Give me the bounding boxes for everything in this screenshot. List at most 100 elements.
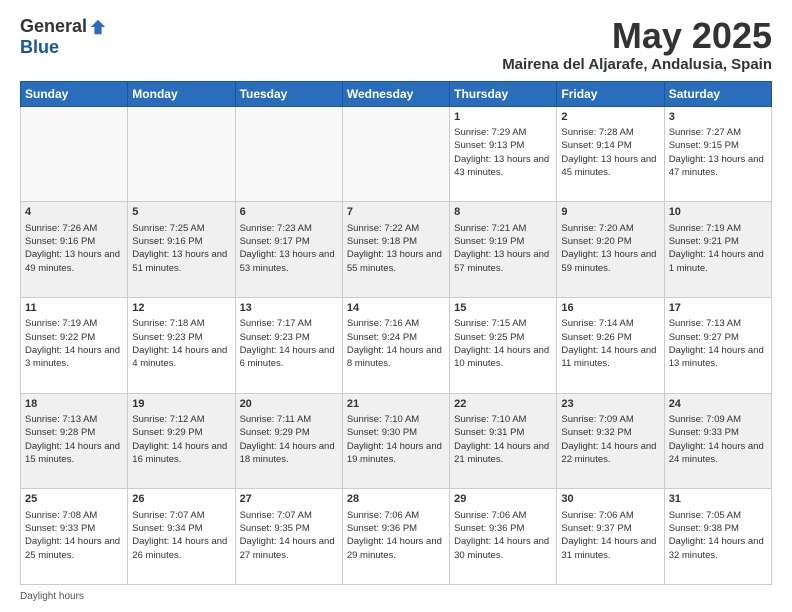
calendar-cell: 24Sunrise: 7:09 AMSunset: 9:33 PMDayligh… [664, 393, 771, 489]
logo-blue-text: Blue [20, 37, 59, 58]
daylight-text: Daylight: 13 hours and 59 minutes. [561, 248, 659, 275]
sunrise-text: Sunrise: 7:22 AM [347, 222, 445, 235]
sunrise-text: Sunrise: 7:06 AM [347, 509, 445, 522]
sunset-text: Sunset: 9:26 PM [561, 331, 659, 344]
sunset-text: Sunset: 9:36 PM [347, 522, 445, 535]
day-number: 3 [669, 110, 767, 125]
sunrise-text: Sunrise: 7:06 AM [454, 509, 552, 522]
sunset-text: Sunset: 9:22 PM [25, 331, 123, 344]
calendar-day-header: Monday [128, 81, 235, 106]
sunrise-text: Sunrise: 7:13 AM [669, 317, 767, 330]
sunrise-text: Sunrise: 7:16 AM [347, 317, 445, 330]
sunrise-text: Sunrise: 7:29 AM [454, 126, 552, 139]
sunrise-text: Sunrise: 7:11 AM [240, 413, 338, 426]
sunset-text: Sunset: 9:31 PM [454, 426, 552, 439]
day-number: 13 [240, 301, 338, 316]
day-number: 30 [561, 492, 659, 507]
calendar-table: SundayMondayTuesdayWednesdayThursdayFrid… [20, 81, 772, 585]
calendar-cell: 15Sunrise: 7:15 AMSunset: 9:25 PMDayligh… [450, 297, 557, 393]
day-number: 11 [25, 301, 123, 316]
sunrise-text: Sunrise: 7:28 AM [561, 126, 659, 139]
calendar-cell: 7Sunrise: 7:22 AMSunset: 9:18 PMDaylight… [342, 202, 449, 298]
day-number: 23 [561, 397, 659, 412]
daylight-text: Daylight: 14 hours and 30 minutes. [454, 535, 552, 562]
sunset-text: Sunset: 9:14 PM [561, 139, 659, 152]
day-number: 14 [347, 301, 445, 316]
sunrise-text: Sunrise: 7:10 AM [454, 413, 552, 426]
sunrise-text: Sunrise: 7:21 AM [454, 222, 552, 235]
calendar-cell [235, 106, 342, 202]
calendar-cell [21, 106, 128, 202]
calendar-cell: 17Sunrise: 7:13 AMSunset: 9:27 PMDayligh… [664, 297, 771, 393]
calendar-cell: 5Sunrise: 7:25 AMSunset: 9:16 PMDaylight… [128, 202, 235, 298]
calendar-cell: 29Sunrise: 7:06 AMSunset: 9:36 PMDayligh… [450, 489, 557, 585]
calendar-header-row: SundayMondayTuesdayWednesdayThursdayFrid… [21, 81, 772, 106]
sunrise-text: Sunrise: 7:09 AM [561, 413, 659, 426]
sunrise-text: Sunrise: 7:08 AM [25, 509, 123, 522]
calendar-cell: 27Sunrise: 7:07 AMSunset: 9:35 PMDayligh… [235, 489, 342, 585]
sunset-text: Sunset: 9:17 PM [240, 235, 338, 248]
sunrise-text: Sunrise: 7:23 AM [240, 222, 338, 235]
daylight-text: Daylight: 14 hours and 18 minutes. [240, 440, 338, 467]
sunrise-text: Sunrise: 7:05 AM [669, 509, 767, 522]
sunset-text: Sunset: 9:25 PM [454, 331, 552, 344]
daylight-text: Daylight: 14 hours and 26 minutes. [132, 535, 230, 562]
day-number: 20 [240, 397, 338, 412]
sunset-text: Sunset: 9:23 PM [240, 331, 338, 344]
sunset-text: Sunset: 9:29 PM [132, 426, 230, 439]
day-number: 19 [132, 397, 230, 412]
calendar-cell [342, 106, 449, 202]
calendar-cell: 3Sunrise: 7:27 AMSunset: 9:15 PMDaylight… [664, 106, 771, 202]
calendar-cell: 12Sunrise: 7:18 AMSunset: 9:23 PMDayligh… [128, 297, 235, 393]
sunset-text: Sunset: 9:32 PM [561, 426, 659, 439]
calendar-cell: 1Sunrise: 7:29 AMSunset: 9:13 PMDaylight… [450, 106, 557, 202]
daylight-text: Daylight: 14 hours and 32 minutes. [669, 535, 767, 562]
sunset-text: Sunset: 9:30 PM [347, 426, 445, 439]
sunrise-text: Sunrise: 7:19 AM [25, 317, 123, 330]
day-number: 25 [25, 492, 123, 507]
day-number: 26 [132, 492, 230, 507]
sunrise-text: Sunrise: 7:10 AM [347, 413, 445, 426]
calendar-cell: 8Sunrise: 7:21 AMSunset: 9:19 PMDaylight… [450, 202, 557, 298]
calendar-cell: 18Sunrise: 7:13 AMSunset: 9:28 PMDayligh… [21, 393, 128, 489]
title-block: May 2025 Mairena del Aljarafe, Andalusia… [502, 16, 772, 73]
day-number: 16 [561, 301, 659, 316]
daylight-text: Daylight: 14 hours and 13 minutes. [669, 344, 767, 371]
sunset-text: Sunset: 9:16 PM [132, 235, 230, 248]
day-number: 12 [132, 301, 230, 316]
sunset-text: Sunset: 9:27 PM [669, 331, 767, 344]
calendar-day-header: Thursday [450, 81, 557, 106]
logo-icon [89, 18, 107, 36]
calendar-day-header: Saturday [664, 81, 771, 106]
sunset-text: Sunset: 9:15 PM [669, 139, 767, 152]
sunset-text: Sunset: 9:33 PM [669, 426, 767, 439]
daylight-text: Daylight: 14 hours and 10 minutes. [454, 344, 552, 371]
day-number: 29 [454, 492, 552, 507]
sunrise-text: Sunrise: 7:13 AM [25, 413, 123, 426]
sunrise-text: Sunrise: 7:17 AM [240, 317, 338, 330]
sunrise-text: Sunrise: 7:19 AM [669, 222, 767, 235]
sunset-text: Sunset: 9:18 PM [347, 235, 445, 248]
calendar-day-header: Tuesday [235, 81, 342, 106]
sunset-text: Sunset: 9:37 PM [561, 522, 659, 535]
sunset-text: Sunset: 9:34 PM [132, 522, 230, 535]
day-number: 9 [561, 205, 659, 220]
page: General Blue May 2025 Mairena del Aljara… [0, 0, 792, 612]
header: General Blue May 2025 Mairena del Aljara… [20, 16, 772, 73]
calendar-cell: 25Sunrise: 7:08 AMSunset: 9:33 PMDayligh… [21, 489, 128, 585]
calendar-cell: 16Sunrise: 7:14 AMSunset: 9:26 PMDayligh… [557, 297, 664, 393]
day-number: 22 [454, 397, 552, 412]
footer: Daylight hours [20, 591, 772, 602]
sunrise-text: Sunrise: 7:26 AM [25, 222, 123, 235]
calendar-day-header: Friday [557, 81, 664, 106]
calendar-day-header: Wednesday [342, 81, 449, 106]
calendar-week-row: 18Sunrise: 7:13 AMSunset: 9:28 PMDayligh… [21, 393, 772, 489]
daylight-text: Daylight: 14 hours and 11 minutes. [561, 344, 659, 371]
day-number: 17 [669, 301, 767, 316]
calendar-cell: 2Sunrise: 7:28 AMSunset: 9:14 PMDaylight… [557, 106, 664, 202]
daylight-text: Daylight: 14 hours and 8 minutes. [347, 344, 445, 371]
sunrise-text: Sunrise: 7:15 AM [454, 317, 552, 330]
sunset-text: Sunset: 9:28 PM [25, 426, 123, 439]
daylight-text: Daylight: 13 hours and 45 minutes. [561, 153, 659, 180]
day-number: 5 [132, 205, 230, 220]
